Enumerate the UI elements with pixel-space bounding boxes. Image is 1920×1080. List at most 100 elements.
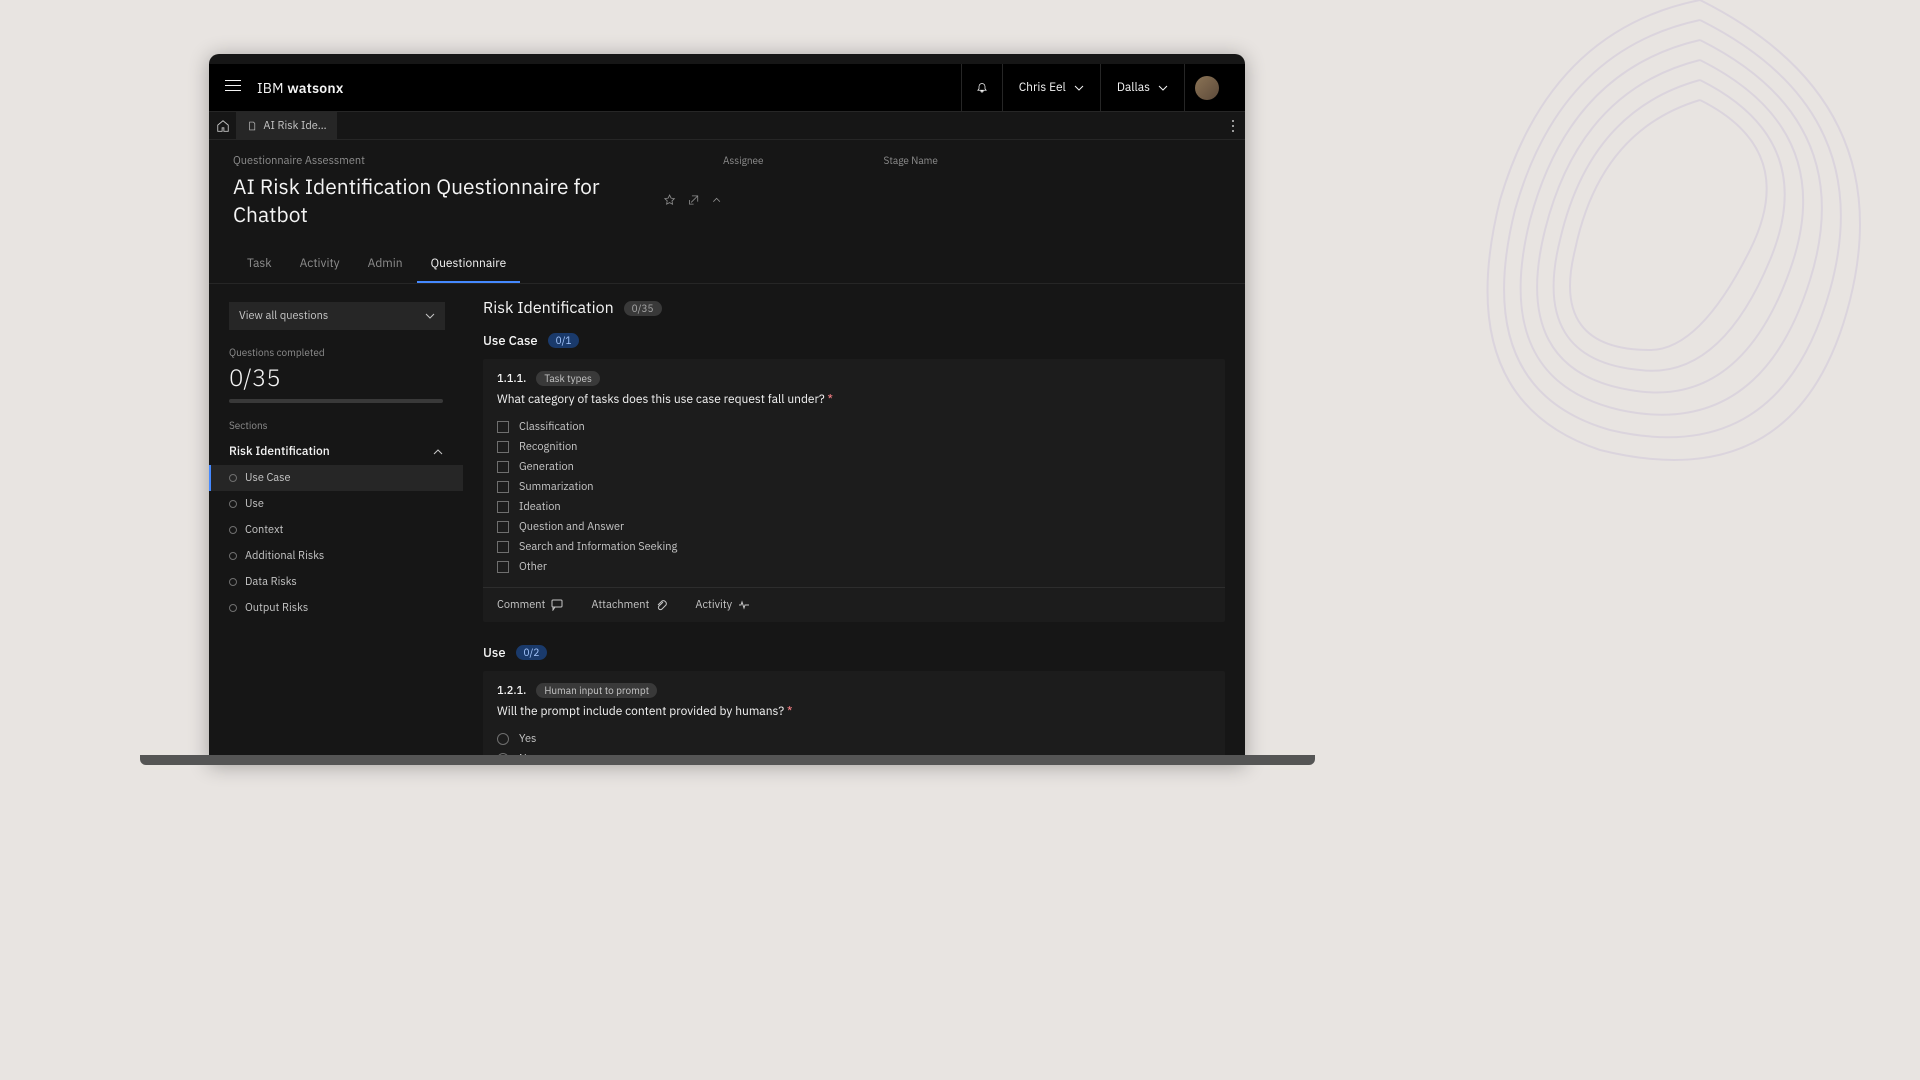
user-name: Chris Eel	[1019, 80, 1066, 95]
chevron-down-icon	[1158, 83, 1168, 93]
topbar-right: Chris Eel Dallas	[961, 64, 1229, 111]
option-label: Recognition	[519, 440, 577, 454]
avatar-cell[interactable]	[1184, 64, 1229, 111]
checkbox-icon	[497, 441, 509, 453]
document-tab[interactable]: AI Risk Ident…	[237, 112, 337, 139]
tab-admin[interactable]: Admin	[354, 246, 417, 283]
option-ideation[interactable]: Ideation	[497, 497, 1211, 517]
avatar	[1195, 76, 1219, 100]
option-classification[interactable]: Classification	[497, 417, 1211, 437]
star-icon[interactable]	[663, 193, 676, 207]
page-header: Questionnaire Assessment AI Risk Identif…	[209, 140, 1245, 284]
checkbox-icon	[497, 461, 509, 473]
sidebar-item-output-risks[interactable]: Output Risks	[209, 595, 463, 621]
question-number: 1.2.1.	[497, 684, 526, 698]
status-dot-icon	[229, 552, 237, 560]
group-badge: 0/1	[548, 333, 580, 348]
decorative-swirl	[1400, 0, 1920, 550]
question-text: Will the prompt include content provided…	[483, 704, 1225, 719]
document-tab-label: AI Risk Ident…	[263, 119, 327, 133]
region-menu[interactable]: Dallas	[1100, 64, 1184, 111]
user-menu[interactable]: Chris Eel	[1002, 64, 1100, 111]
progress-bar	[229, 399, 443, 403]
hamburger-menu[interactable]	[225, 80, 241, 96]
group-title: Use	[483, 644, 506, 661]
chevron-down-icon	[425, 311, 435, 321]
body: View all questions Questions completed 0…	[209, 284, 1245, 764]
comment-icon	[551, 599, 563, 611]
group-badge: 0/2	[516, 645, 548, 660]
overflow-menu[interactable]	[1221, 112, 1245, 139]
sidebar-item-label: Additional Risks	[245, 549, 324, 563]
option-yes[interactable]: Yes	[497, 729, 1211, 749]
chevron-up-icon	[433, 447, 443, 457]
home-button[interactable]	[209, 112, 237, 139]
attachment-button[interactable]: Attachment	[591, 598, 667, 612]
main-content: Risk Identification 0/35 Use Case0/11.1.…	[463, 284, 1245, 764]
section-title: Risk Identification	[229, 444, 330, 459]
status-dot-icon	[229, 578, 237, 586]
tab-task[interactable]: Task	[233, 246, 286, 283]
assignee-label: Assignee	[723, 154, 764, 228]
question-options: Classification Recognition Generation Summa…	[483, 417, 1225, 587]
view-dropdown-label: View all questions	[239, 309, 328, 323]
option-label: Search and Information Seeking	[519, 540, 677, 554]
status-dot-icon	[229, 604, 237, 612]
option-other[interactable]: Other	[497, 557, 1211, 577]
header-meta: Assignee Stage Name	[723, 154, 1221, 228]
document-icon	[247, 120, 257, 132]
sidebar-item-label: Context	[245, 523, 283, 537]
page-title: AI Risk Identification Questionnaire for…	[233, 172, 653, 228]
required-indicator: *	[827, 392, 832, 407]
stage-label: Stage Name	[884, 154, 938, 228]
question-tag: Human input to prompt	[536, 683, 657, 698]
kebab-icon	[1231, 119, 1235, 133]
option-label: Generation	[519, 460, 574, 474]
checkbox-icon	[497, 561, 509, 573]
chevron-down-icon	[1074, 83, 1084, 93]
checkbox-icon	[497, 521, 509, 533]
brand-product: watsonx	[287, 79, 343, 97]
comment-button[interactable]: Comment	[497, 598, 563, 612]
tab-questionnaire[interactable]: Questionnaire	[417, 246, 521, 283]
sidebar-item-additional-risks[interactable]: Additional Risks	[209, 543, 463, 569]
app-root: IBM watsonx Chris Eel Dallas	[209, 64, 1245, 764]
question-text: What category of tasks does this use cas…	[483, 392, 1225, 407]
option-summarization[interactable]: Summarization	[497, 477, 1211, 497]
notifications-button[interactable]	[961, 64, 1002, 111]
sidebar-item-use-case[interactable]: Use Case	[209, 465, 463, 491]
sidebar-item-label: Output Risks	[245, 601, 308, 615]
status-dot-icon	[229, 500, 237, 508]
checkbox-icon	[497, 421, 509, 433]
option-recognition[interactable]: Recognition	[497, 437, 1211, 457]
option-label: Yes	[519, 732, 536, 746]
breadcrumb: Questionnaire Assessment	[233, 154, 723, 168]
question-tag: Task types	[536, 371, 600, 386]
option-search-and-information-seeking[interactable]: Search and Information Seeking	[497, 537, 1211, 557]
sidebar-item-data-risks[interactable]: Data Risks	[209, 569, 463, 595]
brand-prefix: IBM	[257, 79, 287, 97]
group-title: Use Case	[483, 332, 538, 349]
sidebar-item-label: Use Case	[245, 471, 291, 485]
chevron-up-icon[interactable]	[710, 193, 723, 207]
option-label: Other	[519, 560, 547, 574]
sidebar-item-context[interactable]: Context	[209, 517, 463, 543]
section-header[interactable]: Risk Identification	[209, 438, 463, 465]
attachment-icon	[655, 599, 667, 611]
checkbox-icon	[497, 541, 509, 553]
checkbox-icon	[497, 481, 509, 493]
tab-activity[interactable]: Activity	[286, 246, 354, 283]
main-title: Risk Identification	[483, 298, 614, 318]
bell-icon	[976, 82, 988, 94]
question-footer: Comment Attachment Activity	[483, 587, 1225, 622]
view-dropdown[interactable]: View all questions	[229, 302, 445, 330]
topbar: IBM watsonx Chris Eel Dallas	[209, 64, 1245, 112]
option-generation[interactable]: Generation	[497, 457, 1211, 477]
section-items: Use Case Use Context Additional Risks Data R…	[209, 465, 463, 621]
activity-button[interactable]: Activity	[695, 598, 750, 612]
sidebar-item-label: Data Risks	[245, 575, 297, 589]
launch-icon[interactable]	[687, 193, 700, 207]
option-question-and-answer[interactable]: Question and Answer	[497, 517, 1211, 537]
completed-value: 0/35	[229, 361, 443, 393]
sidebar-item-use[interactable]: Use	[209, 491, 463, 517]
